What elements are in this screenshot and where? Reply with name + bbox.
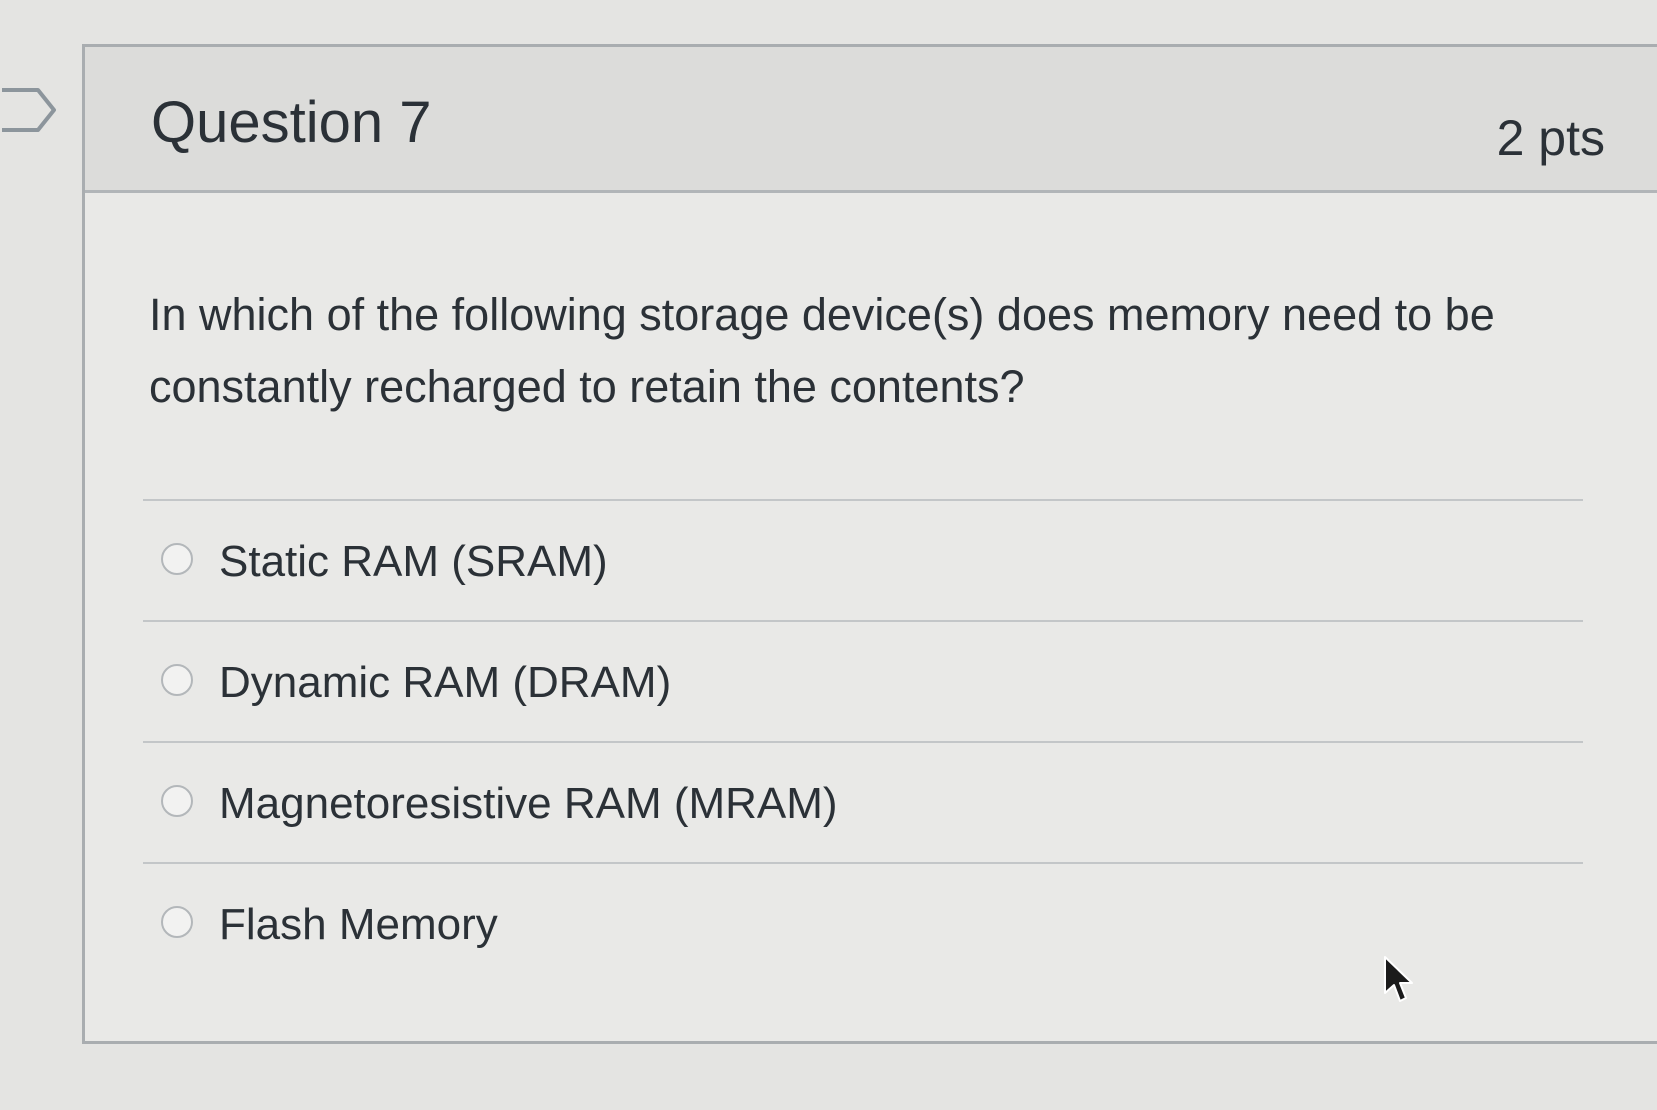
radio-button[interactable]	[161, 785, 193, 817]
flag-question-icon[interactable]	[0, 86, 58, 134]
question-header: Question 7 2 pts	[85, 47, 1657, 193]
radio-button[interactable]	[161, 664, 193, 696]
answer-option-sram[interactable]: Static RAM (SRAM)	[143, 499, 1583, 620]
radio-button[interactable]	[161, 906, 193, 938]
answer-option-dram[interactable]: Dynamic RAM (DRAM)	[143, 620, 1583, 741]
answer-option-mram[interactable]: Magnetoresistive RAM (MRAM)	[143, 741, 1583, 862]
answer-label[interactable]: Dynamic RAM (DRAM)	[219, 658, 671, 708]
answer-list: Static RAM (SRAM) Dynamic RAM (DRAM) Mag…	[143, 499, 1583, 983]
answer-label[interactable]: Static RAM (SRAM)	[219, 537, 608, 587]
answer-label[interactable]: Flash Memory	[219, 900, 498, 950]
question-title: Question 7	[151, 90, 432, 155]
question-card: Question 7 2 pts In which of the followi…	[82, 44, 1657, 1044]
answer-option-flash[interactable]: Flash Memory	[143, 862, 1583, 983]
question-points: 2 pts	[1496, 110, 1605, 166]
question-text: In which of the following storage device…	[149, 289, 1495, 412]
answer-label[interactable]: Magnetoresistive RAM (MRAM)	[219, 779, 838, 829]
radio-button[interactable]	[161, 543, 193, 575]
mouse-pointer-icon	[1384, 956, 1413, 1002]
